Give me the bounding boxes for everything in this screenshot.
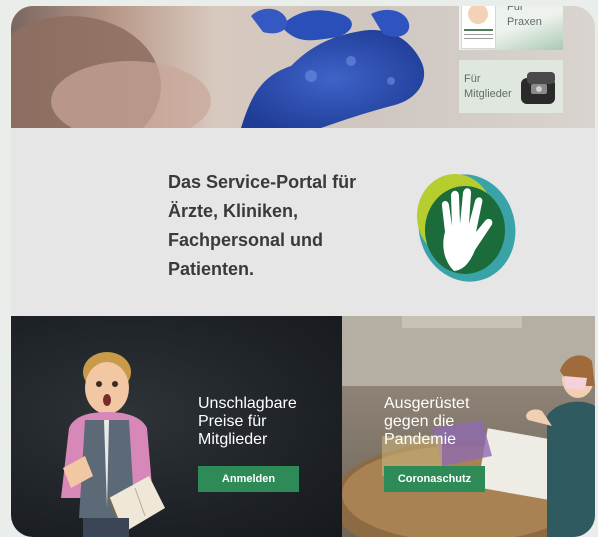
- anmelden-button[interactable]: Anmelden: [198, 466, 299, 492]
- painted-hands-image: [11, 8, 425, 128]
- tile-praxen-label-line2: Praxen: [507, 16, 542, 28]
- promo-mitglieder: Unschlagbare Preise für Mitglieder Anmel…: [11, 316, 342, 537]
- surprised-boy-image: [61, 352, 165, 537]
- tile-praxen-label: Für Praxen: [507, 6, 542, 30]
- promo-section: Unschlagbare Preise für Mitglieder Anmel…: [11, 316, 595, 537]
- tile-fuer-mitglieder[interactable]: Für Mitglieder: [459, 60, 563, 113]
- portal-card: Für Praxen Für Mitglieder Das Service-Po…: [11, 6, 595, 537]
- green-hand-logo-icon: [417, 174, 516, 282]
- promo-mitglieder-title: Unschlagbare Preise für Mitglieder: [198, 395, 297, 448]
- promo-pandemie: Ausgerüstet gegen die Pandemie Coronasch…: [342, 316, 595, 537]
- promo-pandemie-title: Ausgerüstet gegen die Pandemie: [384, 395, 470, 448]
- tile-mitglieder-label-line1: Für: [464, 73, 481, 85]
- brochure-image: [461, 6, 496, 49]
- card-reader-image: [521, 72, 555, 104]
- tile-praxen-label-line1: Für: [507, 6, 524, 13]
- tile-mitglieder-label-line2: Mitglieder: [464, 88, 512, 100]
- intro-headline: Das Service-Portal für Ärzte, Kliniken, …: [168, 172, 357, 279]
- hero-banner: Für Praxen Für Mitglieder: [11, 6, 595, 128]
- tile-mitglieder-label: Für Mitglieder: [464, 72, 512, 102]
- tile-fuer-praxen[interactable]: Für Praxen: [459, 6, 563, 50]
- intro-section: Das Service-Portal für Ärzte, Kliniken, …: [11, 128, 595, 316]
- coronaschutz-button[interactable]: Coronaschutz: [384, 466, 485, 492]
